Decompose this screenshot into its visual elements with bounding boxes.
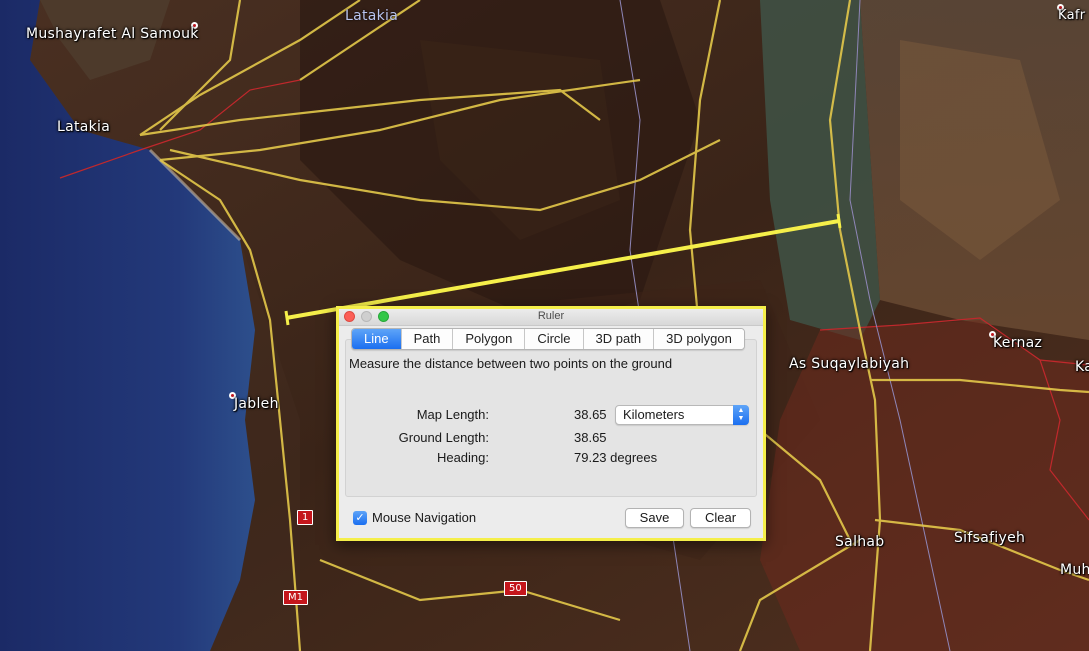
ruler-description: Measure the distance between two points … [349, 356, 673, 371]
unit-select-value: Kilometers [623, 407, 685, 422]
label-sifsafiyeh: Sifsafiyeh [954, 530, 1026, 546]
ruler-tabs: Line Path Polygon Circle 3D path 3D poly… [351, 328, 745, 350]
label-kafr: Kafr [1058, 8, 1086, 23]
road-shield-50: 50 [504, 581, 527, 596]
label-kernaz: Kernaz [993, 335, 1043, 351]
unit-select[interactable]: Kilometers ▲ ▼ [615, 405, 749, 425]
label-muh: Muh [1060, 562, 1089, 578]
ruler-bottom-bar: ✓ Mouse Navigation Save Clear [339, 499, 763, 539]
tab-line[interactable]: Line [352, 329, 402, 349]
ground-length-value: 38.65 [574, 430, 607, 445]
ruler-end-marker[interactable] [836, 213, 842, 229]
clear-button[interactable]: Clear [690, 508, 751, 528]
map-length-label: Map Length: [416, 407, 489, 422]
ground-length-label: Ground Length: [398, 430, 489, 445]
map-length-value: 38.65 [574, 407, 607, 422]
road-shield-1: 1 [297, 510, 314, 525]
mouse-navigation-checkbox[interactable]: ✓ [353, 511, 367, 525]
window-title: Ruler [537, 310, 565, 322]
window-titlebar[interactable]: Ruler [339, 309, 763, 326]
tab-circle[interactable]: Circle [525, 329, 584, 349]
tab-3d-polygon[interactable]: 3D polygon [654, 329, 744, 349]
heading-label: Heading: [436, 450, 489, 465]
tab-polygon[interactable]: Polygon [453, 329, 526, 349]
label-latakia-city: Latakia [57, 119, 111, 135]
ruler-start-marker[interactable] [284, 310, 290, 326]
checkmark-icon: ✓ [355, 512, 365, 524]
label-ka: Ka [1075, 359, 1089, 375]
select-arrows-icon: ▲ ▼ [733, 405, 749, 425]
road-shield-m1: M1 [283, 590, 308, 605]
save-button[interactable]: Save [625, 508, 684, 528]
ruler-window: Ruler Line Path Polygon Circle 3D path 3… [336, 306, 766, 541]
label-mushayrafet: Mushayrafet Al Samouk [26, 26, 199, 42]
tab-path[interactable]: Path [401, 329, 454, 349]
mouse-navigation-label[interactable]: Mouse Navigation [372, 510, 476, 525]
tab-3d-path[interactable]: 3D path [583, 329, 655, 349]
label-as-suqaylabiyah: As Suqaylabiyah [789, 356, 910, 372]
label-salhab: Salhab [835, 534, 885, 550]
label-jableh: Jableh [234, 396, 279, 412]
heading-value: 79.23 degrees [574, 450, 658, 465]
label-latakia-region: Latakia [345, 8, 399, 24]
